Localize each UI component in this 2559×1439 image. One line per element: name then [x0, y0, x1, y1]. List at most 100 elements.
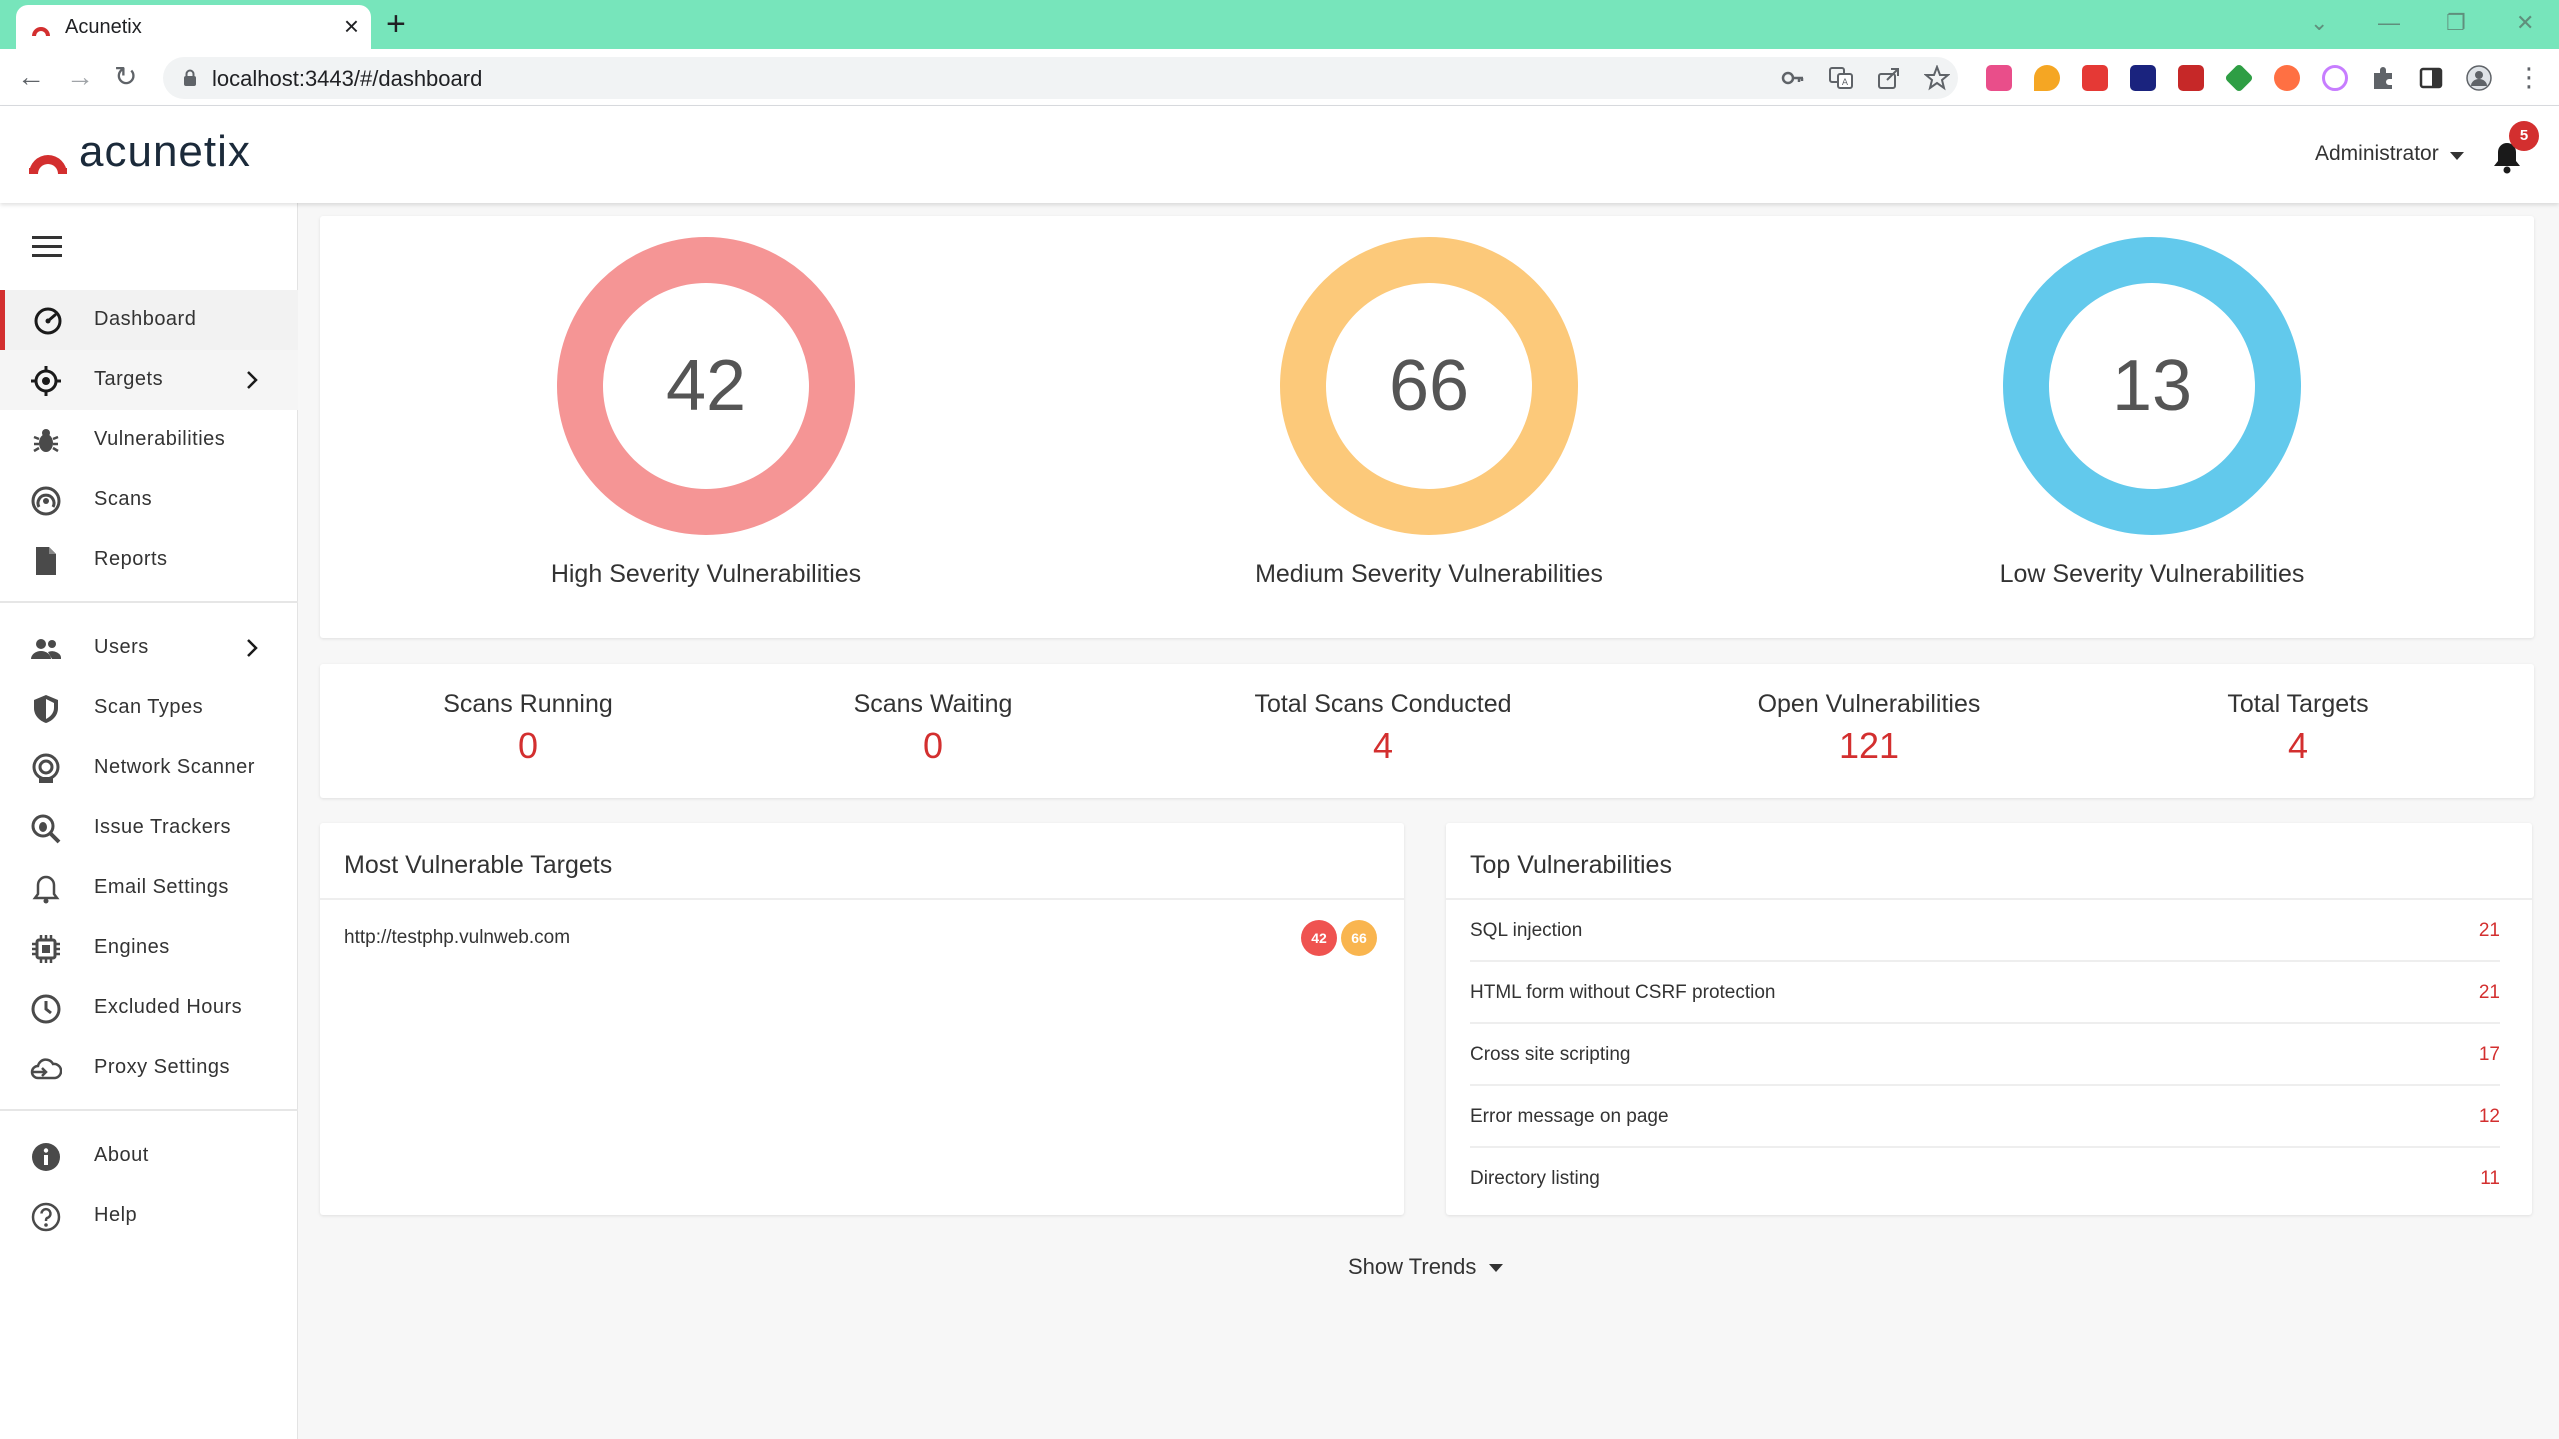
- sidebar-item-issue-trackers[interactable]: Issue Trackers: [0, 798, 298, 858]
- severity-summary-card: 42 High Severity Vulnerabilities 66 Medi…: [320, 216, 2534, 638]
- tab-close-icon[interactable]: ×: [344, 13, 359, 39]
- svg-text:A: A: [1842, 78, 1849, 88]
- logo-text[interactable]: acunetix: [79, 127, 251, 177]
- vulnerability-row[interactable]: HTML form without CSRF protection 21: [1470, 962, 2500, 1024]
- vulnerability-row[interactable]: Cross site scripting 17: [1470, 1024, 2500, 1086]
- vulnerability-count: 21: [2478, 982, 2500, 1003]
- notification-count-badge: 5: [2509, 121, 2539, 151]
- reload-icon[interactable]: ↻: [114, 62, 137, 92]
- show-trends-button[interactable]: Show Trends: [1348, 1254, 1476, 1280]
- show-trends-caret-icon[interactable]: [1489, 1264, 1503, 1272]
- browser-tab-bar: Acunetix × + ⌄ — ❐ ✕: [0, 0, 2559, 49]
- high-severity-donut[interactable]: 42: [556, 236, 856, 536]
- stat-scans-running[interactable]: Scans Running 0: [348, 690, 708, 767]
- translate-icon[interactable]: A: [1828, 65, 1854, 91]
- menu-toggle-icon[interactable]: [32, 236, 62, 258]
- panel-title: Most Vulnerable Targets: [344, 851, 613, 879]
- user-menu[interactable]: Administrator: [2315, 142, 2439, 166]
- vulnerability-name: HTML form without CSRF protection: [1470, 982, 1776, 1003]
- new-tab-button[interactable]: +: [386, 6, 406, 42]
- scan-icon: [31, 486, 61, 516]
- sidebar-item-reports[interactable]: Reports: [0, 530, 298, 590]
- browser-menu-icon[interactable]: ⋮: [2516, 62, 2542, 92]
- extension-2-icon[interactable]: [2034, 65, 2060, 91]
- low-severity-count: 13: [2111, 346, 2193, 426]
- sidebar-item-network-scanner[interactable]: Network Scanner: [0, 738, 298, 798]
- top-vulnerabilities-panel: Top Vulnerabilities SQL injection 21 HTM…: [1446, 823, 2532, 1215]
- sidebar-item-engines[interactable]: Engines: [0, 918, 298, 978]
- stat-label: Open Vulnerabilities: [1757, 690, 1981, 718]
- side-panel-icon[interactable]: [2418, 65, 2444, 91]
- sidebar-item-scans[interactable]: Scans: [0, 470, 298, 530]
- panel-title: Top Vulnerabilities: [1470, 851, 1672, 879]
- sidebar-item-targets[interactable]: Targets: [0, 350, 298, 410]
- medium-severity-count: 66: [1388, 346, 1470, 426]
- share-icon[interactable]: [1876, 65, 1902, 91]
- sidebar-item-about[interactable]: About: [0, 1126, 298, 1186]
- info-icon: [32, 1143, 60, 1171]
- sidebar-item-vulnerabilities[interactable]: Vulnerabilities: [0, 410, 298, 470]
- extension-4-icon[interactable]: [2130, 65, 2156, 91]
- low-severity-donut[interactable]: 13: [2002, 236, 2302, 536]
- sidebar-item-label: Issue Trackers: [94, 816, 232, 838]
- sidebar-item-scan-types[interactable]: Scan Types: [0, 678, 298, 738]
- sidebar-item-help[interactable]: Help: [0, 1186, 298, 1246]
- most-vulnerable-targets-panel: Most Vulnerable Targets http://testphp.v…: [320, 823, 1404, 1215]
- vulnerability-row[interactable]: SQL injection 21: [1470, 900, 2500, 962]
- medium-severity-donut[interactable]: 66: [1279, 236, 1579, 536]
- sidebar-item-label: Scans: [94, 488, 153, 510]
- clock-icon: [31, 994, 61, 1024]
- sidebar-item-excluded-hours[interactable]: Excluded Hours: [0, 978, 298, 1038]
- extension-7-icon[interactable]: [2274, 65, 2300, 91]
- stat-label: Scans Running: [443, 690, 613, 718]
- stat-open-vulnerabilities[interactable]: Open Vulnerabilities 121: [1689, 690, 2049, 767]
- bookmark-star-icon[interactable]: [1924, 65, 1950, 91]
- sidebar-item-label: Scan Types: [94, 696, 204, 718]
- vulnerability-name: Directory listing: [1470, 1168, 1600, 1189]
- high-severity-count: 42: [665, 346, 747, 426]
- sidebar-item-label: Dashboard: [94, 308, 197, 330]
- sidebar-item-users[interactable]: Users: [0, 618, 298, 678]
- sidebar-item-dashboard[interactable]: Dashboard: [0, 290, 298, 350]
- sidebar-item-email-settings[interactable]: Email Settings: [0, 858, 298, 918]
- stat-total-targets[interactable]: Total Targets 4: [2118, 690, 2478, 767]
- window-close-icon[interactable]: ✕: [2516, 10, 2534, 36]
- stat-label: Scans Waiting: [853, 690, 1013, 718]
- sidebar-divider: [0, 601, 298, 603]
- restore-icon[interactable]: ❐: [2446, 10, 2466, 36]
- minimize-icon[interactable]: —: [2378, 10, 2400, 36]
- users-icon: [31, 639, 62, 659]
- issue-tracker-icon: [31, 814, 61, 844]
- extension-3-icon[interactable]: [2082, 65, 2108, 91]
- target-icon: [31, 366, 61, 396]
- help-icon: [31, 1202, 61, 1232]
- key-icon[interactable]: [1780, 65, 1806, 91]
- forward-icon[interactable]: →: [66, 62, 94, 92]
- sidebar-item-label: Reports: [94, 548, 168, 570]
- extension-8-icon[interactable]: [2322, 65, 2348, 91]
- extension-1-icon[interactable]: [1986, 65, 2012, 91]
- back-icon[interactable]: ←: [17, 62, 45, 92]
- app-header: acunetix Administrator 5: [0, 106, 2559, 203]
- sidebar-item-label: Excluded Hours: [94, 996, 243, 1018]
- target-link[interactable]: http://testphp.vulnweb.com: [344, 927, 570, 949]
- sidebar-item-label: Proxy Settings: [94, 1056, 230, 1078]
- vulnerability-row[interactable]: Error message on page 12: [1470, 1086, 2500, 1148]
- chevron-right-icon: [247, 371, 258, 389]
- vulnerability-row[interactable]: Directory listing 11: [1470, 1148, 2500, 1210]
- acunetix-logo-icon: [29, 155, 67, 174]
- user-menu-caret-icon[interactable]: [2450, 152, 2464, 160]
- extension-6-icon[interactable]: [2224, 63, 2254, 93]
- extensions-puzzle-icon[interactable]: [2370, 65, 2396, 91]
- scan-stats-card: Scans Running 0 Scans Waiting 0 Total Sc…: [320, 664, 2534, 798]
- browser-tab[interactable]: Acunetix ×: [16, 5, 371, 49]
- stat-value: 4: [1372, 725, 1394, 766]
- address-bar[interactable]: localhost:3443/#/dashboard A: [163, 57, 1958, 99]
- sidebar-item-proxy-settings[interactable]: Proxy Settings: [0, 1038, 298, 1098]
- stat-scans-waiting[interactable]: Scans Waiting 0: [753, 690, 1113, 767]
- pdf-extension-icon[interactable]: [2178, 65, 2204, 91]
- tab-search-icon[interactable]: ⌄: [2310, 10, 2328, 36]
- profile-avatar-icon[interactable]: [2466, 65, 2492, 91]
- stat-total-scans[interactable]: Total Scans Conducted 4: [1203, 690, 1563, 767]
- sidebar-item-label: Vulnerabilities: [94, 428, 226, 450]
